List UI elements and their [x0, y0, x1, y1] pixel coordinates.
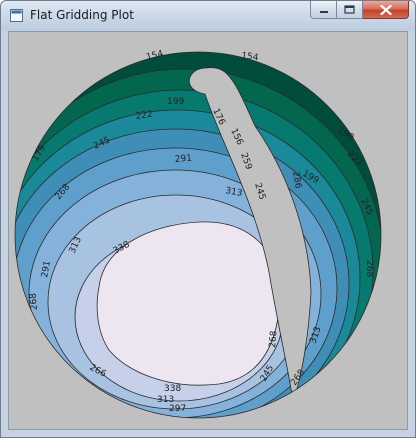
contour-label-199: 199 — [167, 97, 184, 107]
maximize-icon — [344, 5, 355, 14]
contour-label-268-d: 268 — [268, 330, 279, 348]
close-icon — [379, 4, 392, 15]
caption-buttons — [310, 1, 409, 21]
contour-label-297: 297 — [169, 404, 186, 414]
contour-plot: 154 154 179 199 222 245 291 313 338 268 … — [14, 49, 382, 419]
contour-label-268-b: 268 — [29, 292, 40, 310]
title-bar[interactable]: Flat Gridding Plot — [1, 1, 415, 31]
app-icon — [10, 9, 23, 22]
contour-label-268-c: 268 — [364, 260, 374, 277]
contour-label-291-a: 291 — [174, 154, 192, 165]
close-button[interactable] — [363, 1, 409, 19]
maximize-button[interactable] — [337, 1, 363, 19]
minimize-icon — [319, 10, 328, 13]
plot-client-area: 154 154 179 199 222 245 291 313 338 268 … — [8, 31, 408, 430]
contour-label-338-b: 338 — [164, 384, 181, 394]
minimize-button[interactable] — [310, 1, 337, 19]
app-window: Flat Gridding Plot 154 154 179 199 222 2… — [0, 0, 416, 438]
window-title: Flat Gridding Plot — [30, 8, 134, 22]
